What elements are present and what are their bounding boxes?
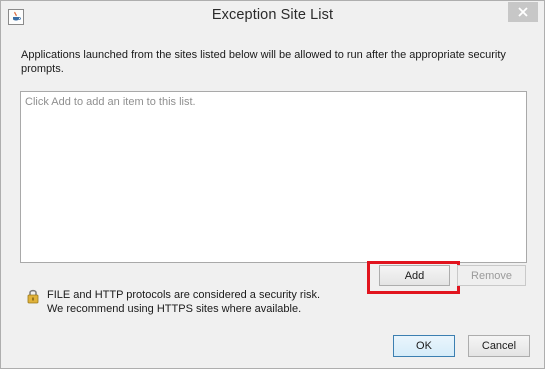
- ok-button[interactable]: OK: [393, 335, 455, 357]
- window-title: Exception Site List: [211, 7, 334, 23]
- security-warning-line2: We recommend using HTTPS sites where ava…: [47, 303, 302, 315]
- close-button[interactable]: [508, 2, 538, 22]
- cancel-button[interactable]: Cancel: [468, 335, 530, 357]
- security-warning-line1: FILE and HTTP protocols are considered a…: [47, 289, 321, 301]
- security-warning: FILE and HTTP protocols are considered a…: [47, 288, 320, 316]
- lock-icon: [26, 288, 40, 304]
- close-icon: [518, 7, 528, 17]
- remove-button[interactable]: Remove: [457, 265, 526, 286]
- site-list[interactable]: Click Add to add an item to this list.: [20, 91, 527, 263]
- add-button[interactable]: Add: [379, 265, 450, 286]
- title-bar[interactable]: Exception Site List: [1, 1, 544, 33]
- exception-site-list-dialog: Exception Site List Applications launche…: [0, 0, 545, 369]
- site-list-placeholder: Click Add to add an item to this list.: [25, 96, 196, 108]
- dialog-description: Applications launched from the sites lis…: [21, 49, 506, 75]
